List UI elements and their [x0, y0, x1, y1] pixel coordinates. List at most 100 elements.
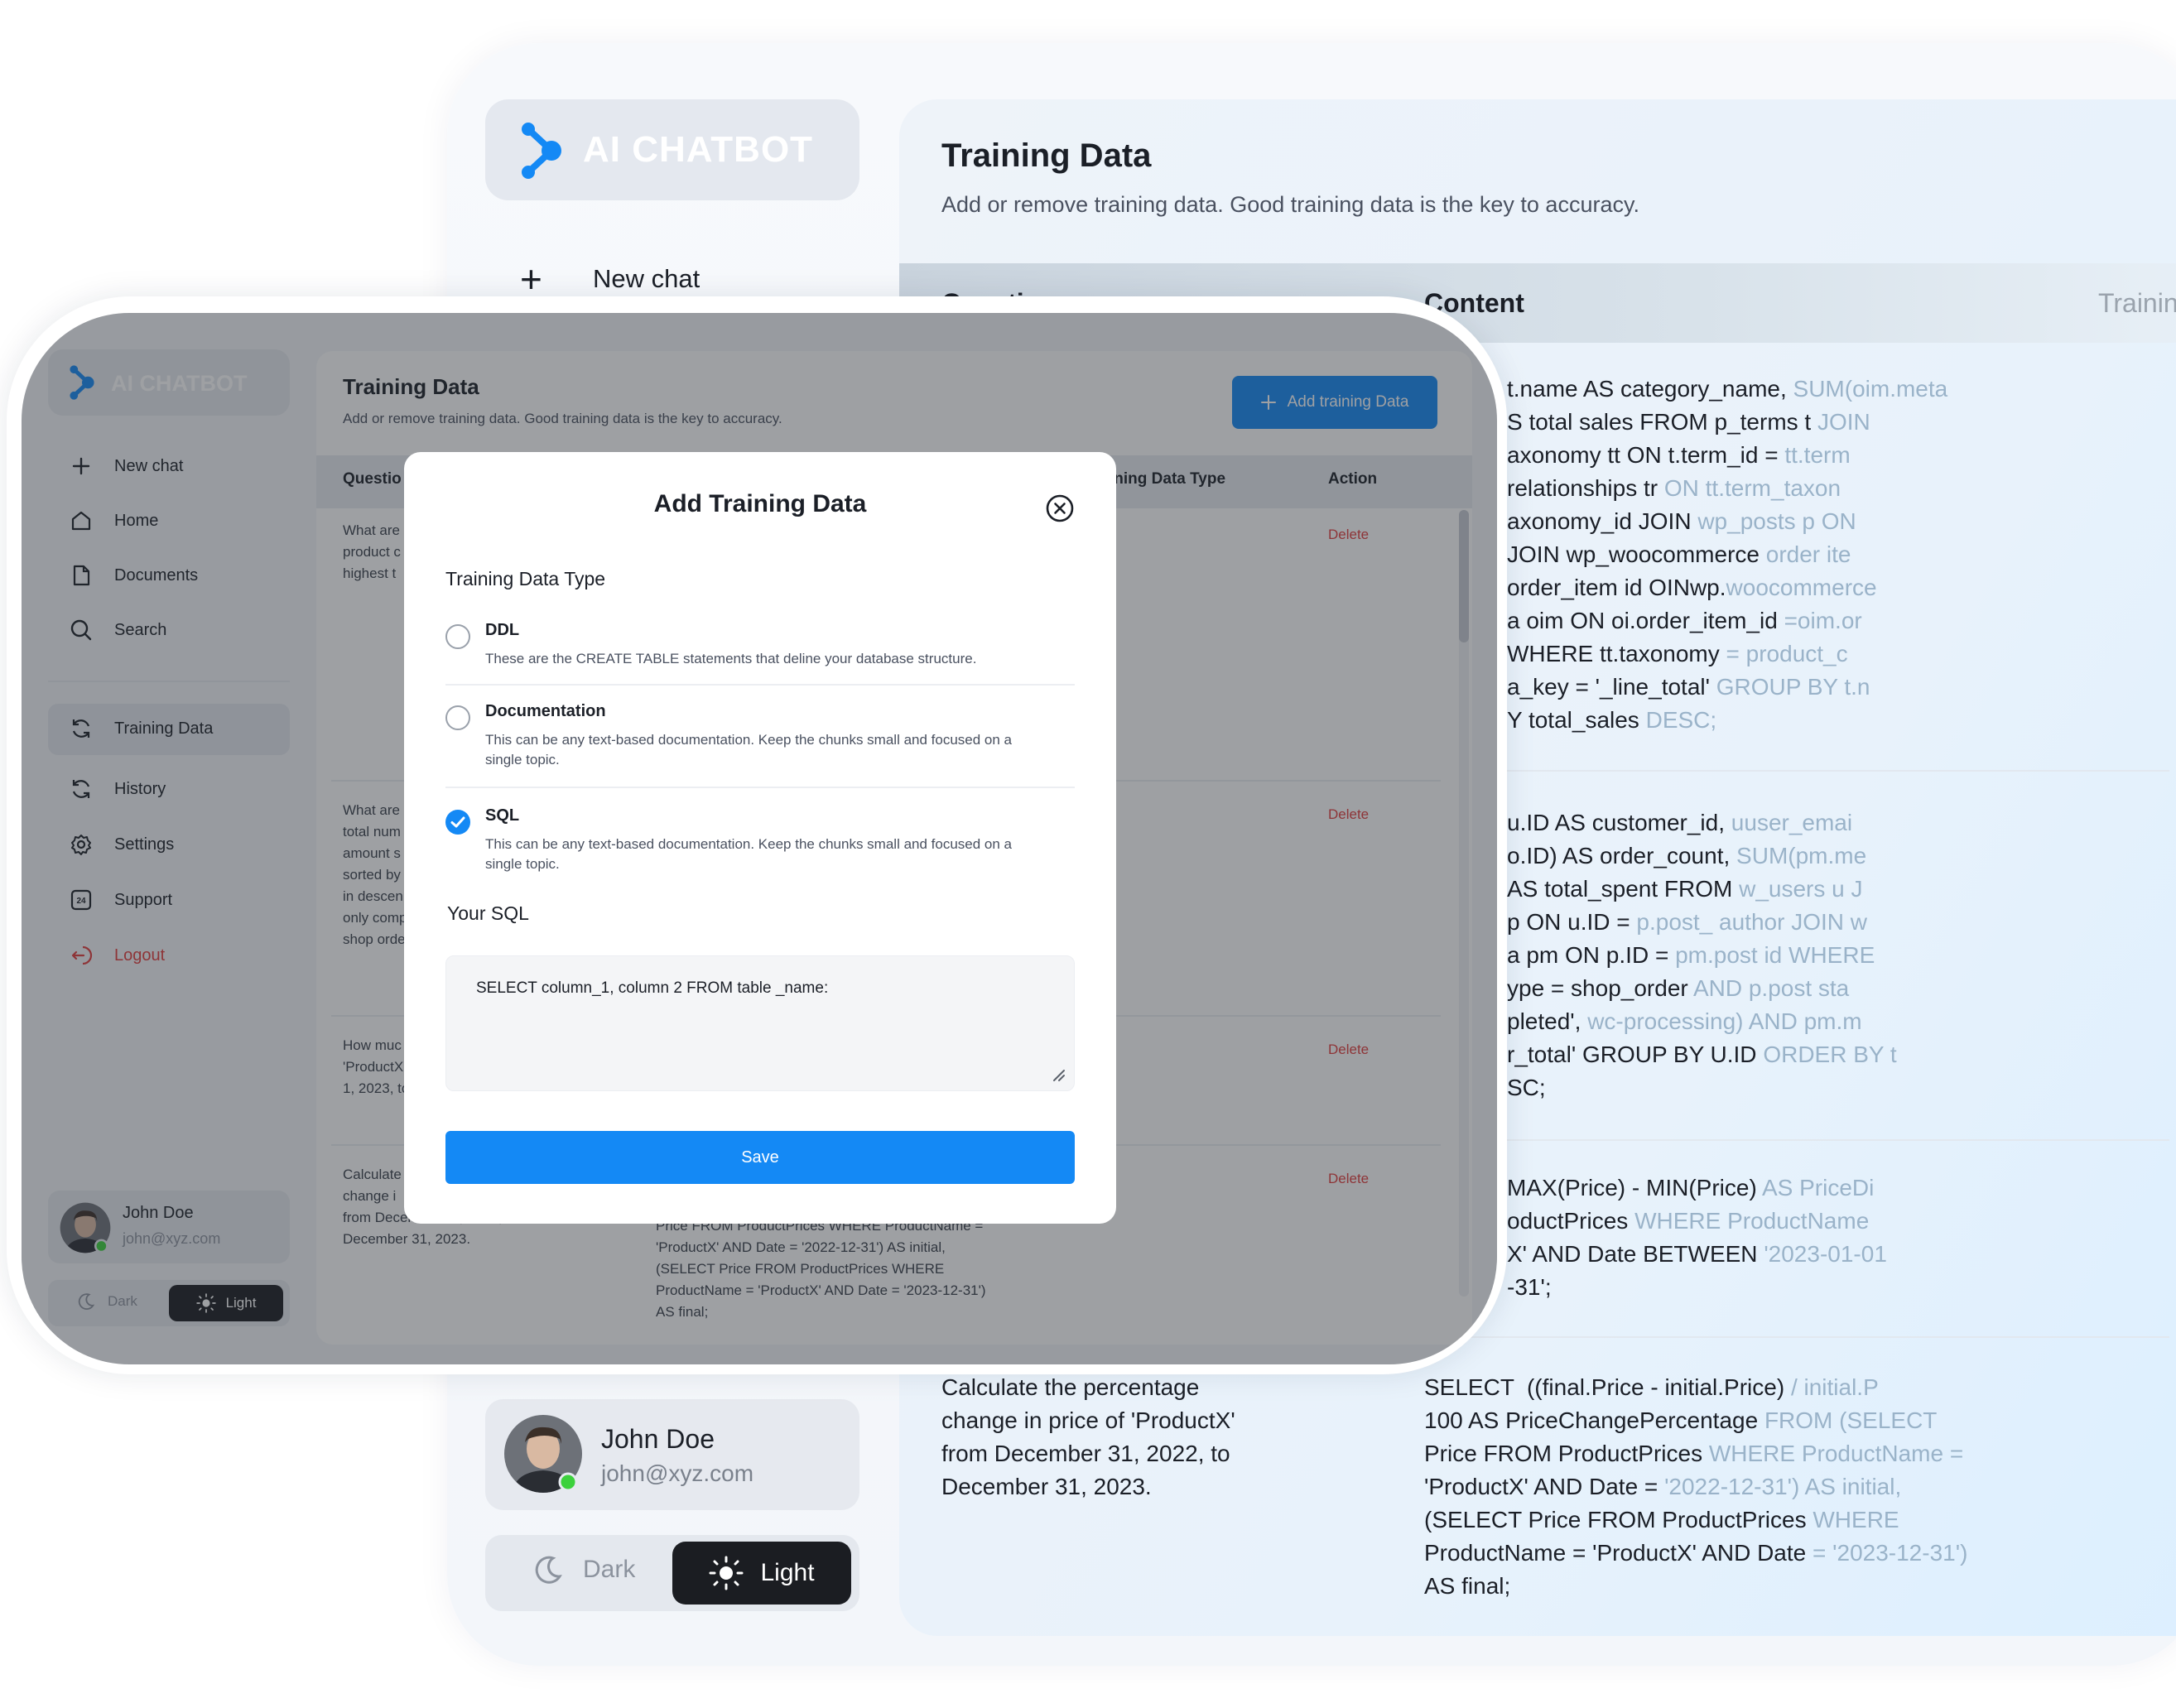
code-text: (SELECT Price FROM ProductPrices [1424, 1507, 1813, 1532]
logo-text: AI CHATBOT [583, 129, 814, 170]
option-divider [445, 787, 1075, 788]
code-text: SELECT ((final.Price - initial.Price) [1424, 1374, 1791, 1400]
sql-content-1: t.name AS category_name, SUM(oim.meta S t… [1507, 373, 1947, 737]
code-line: MAX(Price) - MIN(Price) AS PriceDi [1507, 1172, 1887, 1205]
code-text-faded: wp_posts p ON [1697, 508, 1856, 534]
code-line: o.ID) AS order_count, SUM(pm.me [1507, 840, 1897, 873]
close-icon[interactable] [1045, 493, 1075, 523]
code-text-faded: p.post_ author JOIN w [1636, 909, 1867, 935]
new-chat-button[interactable]: + New chat [520, 260, 700, 298]
code-text: 100 AS PriceChangePercentage [1424, 1407, 1764, 1433]
code-text-faded: wc-processing) AND pm.m [1587, 1008, 1862, 1034]
code-line: t.name AS category_name, SUM(oim.meta [1507, 373, 1947, 406]
radio-documentation[interactable] [445, 705, 470, 730]
code-line: axonomy_id JOIN wp_posts p ON [1507, 505, 1947, 538]
code-text-faded: =oim.or [1784, 608, 1862, 633]
code-line: a_key = '_line_total' GROUP BY t.n [1507, 671, 1947, 704]
code-text-faded: / initial.P [1790, 1374, 1879, 1400]
option-divider [445, 684, 1075, 686]
code-text-faded: SUM(pm.me [1736, 843, 1867, 868]
code-text: ProductName = 'ProductX' AND Date [1424, 1540, 1813, 1566]
code-text: SC; [1507, 1075, 1546, 1100]
code-text: u.ID AS customer_id, [1507, 810, 1731, 835]
code-text-faded: uuser_emai [1731, 810, 1853, 835]
code-line: -31'; [1507, 1271, 1887, 1304]
code-line: order_item id OINwp.woocommerce [1507, 571, 1947, 604]
code-line: SC; [1507, 1071, 1897, 1104]
user-card[interactable]: John Doe john@xyz.com [485, 1399, 859, 1510]
code-text: MAX(Price) - MIN(Price) [1507, 1175, 1762, 1200]
code-text: pleted', [1507, 1008, 1588, 1034]
code-text: Price FROM ProductPrices [1424, 1441, 1709, 1466]
row-divider [1424, 1139, 2169, 1141]
code-text: axonomy_id JOIN [1507, 508, 1698, 534]
code-text: JOIN wp_woocommerce [1507, 541, 1766, 567]
code-text-faded: '2022-12-31') AS initial, [1664, 1474, 1902, 1499]
dark-theme-option[interactable]: Dark [532, 1553, 635, 1586]
code-text-faded: w_users u J [1739, 876, 1863, 902]
sql-textarea-value: SELECT column_1, column 2 FROM table _na… [476, 979, 829, 997]
code-text-faded: tt.term [1784, 442, 1851, 468]
code-text-faded: woocommerce [1726, 575, 1877, 600]
question-text: Calculate the percentage change in price… [941, 1374, 1235, 1499]
option-description: This can be any text-based documentation… [485, 836, 1013, 872]
logo[interactable]: AI CHATBOT [485, 99, 859, 200]
page-title: Training Data [941, 137, 1152, 174]
row-divider [1424, 1336, 2169, 1338]
code-text-faded: = '2023-12-31') [1813, 1540, 1968, 1566]
user-name: John Doe [601, 1424, 715, 1454]
code-text: t.name AS category_name, [1507, 376, 1793, 402]
code-text-faded: WHERE ProductName = [1708, 1441, 1964, 1466]
code-text-faded: '2023-01-01 [1764, 1241, 1887, 1267]
code-line: ype = shop_order AND p.post sta [1507, 972, 1897, 1005]
code-line: a pm ON p.ID = pm.post id WHERE [1507, 939, 1897, 972]
sql-textarea[interactable]: SELECT column_1, column 2 FROM table _na… [445, 955, 1075, 1091]
code-line: relationships tr ON tt.term_taxon [1507, 472, 1947, 505]
code-text-faded: WHERE ProductName [1634, 1208, 1870, 1234]
sql-content-2: u.ID AS customer_id, uuser_emai o.ID) AS … [1507, 806, 1897, 1104]
column-header-type: Trainin [2098, 288, 2176, 318]
radio-ddl[interactable] [445, 624, 470, 649]
code-text: order_item id OINwp. [1507, 575, 1726, 600]
code-text: a pm ON p.ID = [1507, 942, 1676, 968]
plus-icon: + [520, 257, 542, 301]
code-text: p ON u.ID = [1507, 909, 1637, 935]
light-label: Light [760, 1559, 815, 1586]
option-title: SQL [485, 806, 520, 825]
code-text-faded: order ite [1765, 541, 1851, 567]
code-text: WHERE tt.taxonomy [1507, 641, 1726, 666]
code-text: ype = shop_order [1507, 975, 1693, 1001]
light-theme-option[interactable]: Light [672, 1542, 851, 1605]
code-line: AS total_spent FROM w_users u J [1507, 873, 1897, 906]
code-text: axonomy tt ON t.term_id = [1507, 442, 1785, 468]
resize-handle-icon[interactable] [1049, 1066, 1066, 1082]
save-button[interactable]: Save [445, 1131, 1075, 1184]
code-line: u.ID AS customer_id, uuser_emai [1507, 806, 1897, 840]
code-text-faded: AS PriceDi [1762, 1175, 1875, 1200]
code-text: a oim ON oi.order_item_id [1507, 608, 1784, 633]
modal-title: Add Training Data [653, 490, 867, 517]
code-text: o.ID) AS order_count, [1507, 843, 1737, 868]
radio-sql-checked[interactable] [445, 810, 470, 835]
code-line: p ON u.ID = p.post_ author JOIN w [1507, 906, 1897, 939]
code-text-faded: DESC; [1645, 707, 1717, 733]
moon-icon [535, 1556, 562, 1584]
code-line: a oim ON oi.order_item_id =oim.or [1507, 604, 1947, 637]
code-text: 'ProductX' AND Date = [1424, 1474, 1665, 1499]
code-line: r_total' GROUP BY U.ID ORDER BY t [1507, 1038, 1897, 1071]
code-line: ProductName = 'ProductX' AND Date = '202… [1424, 1537, 1967, 1570]
add-training-data-modal: Add Training Data Training Data Type DDL… [404, 452, 1116, 1224]
code-line: axonomy tt ON t.term_id = tt.term [1507, 439, 1947, 472]
sun-icon [709, 1556, 744, 1590]
row-divider [1424, 770, 2169, 772]
code-text-faded: pm.post id WHERE [1675, 942, 1875, 968]
avatar [504, 1415, 582, 1493]
code-line: oductPrices WHERE ProductName [1507, 1205, 1887, 1238]
code-text-faded: WHERE [1813, 1507, 1899, 1532]
code-line: AS final; [1424, 1570, 1967, 1603]
code-text-faded: ORDER BY t [1763, 1042, 1897, 1067]
code-line: SELECT ((final.Price - initial.Price) / … [1424, 1371, 1967, 1404]
theme-toggle: Dark Light [485, 1535, 859, 1611]
your-sql-label: Your SQL [447, 902, 529, 924]
code-line: (SELECT Price FROM ProductPrices WHERE [1424, 1504, 1967, 1537]
